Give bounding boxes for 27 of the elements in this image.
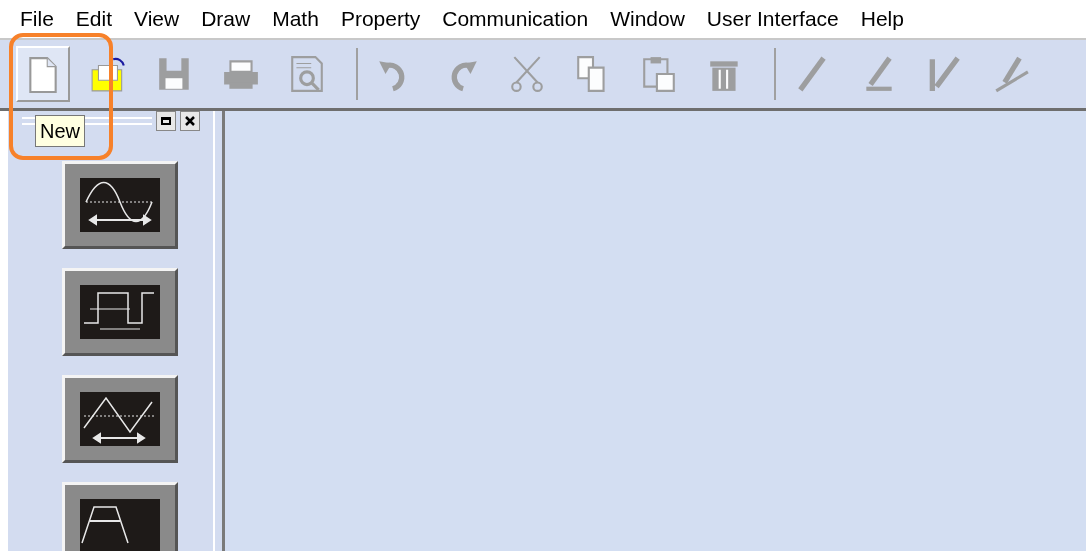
menu-item[interactable]: Math [272, 3, 319, 35]
scissors-icon [508, 55, 546, 93]
toolbar-button[interactable] [16, 46, 70, 102]
maximize-button[interactable] [156, 111, 176, 131]
waveform-button[interactable] [62, 161, 178, 249]
menu-item[interactable]: View [134, 3, 180, 35]
print-preview-icon [288, 55, 326, 93]
close-button[interactable] [180, 111, 200, 131]
menu-item[interactable]: User Interface [706, 3, 839, 35]
waveform-button[interactable] [62, 482, 178, 551]
waveform-button[interactable] [62, 268, 178, 356]
close-icon [185, 116, 195, 126]
menu-item[interactable]: Edit [75, 3, 113, 35]
menu-item[interactable]: Window [610, 3, 685, 35]
menu-item[interactable]: Communication [442, 3, 589, 35]
waveform-button[interactable] [62, 375, 178, 463]
menu-item[interactable]: File [20, 3, 54, 35]
triangle-wave-icon [80, 392, 160, 446]
menu-item[interactable]: Help [860, 3, 904, 35]
paste-icon [640, 55, 678, 93]
tooltip: New [35, 115, 85, 147]
trapezoid-wave-icon [80, 499, 160, 551]
square-wave-icon [80, 285, 160, 339]
menu-item[interactable]: Property [340, 3, 421, 35]
menu-item[interactable]: Draw [201, 3, 251, 35]
sine-wave-icon [80, 178, 160, 232]
pen-slant-icon [992, 55, 1030, 93]
